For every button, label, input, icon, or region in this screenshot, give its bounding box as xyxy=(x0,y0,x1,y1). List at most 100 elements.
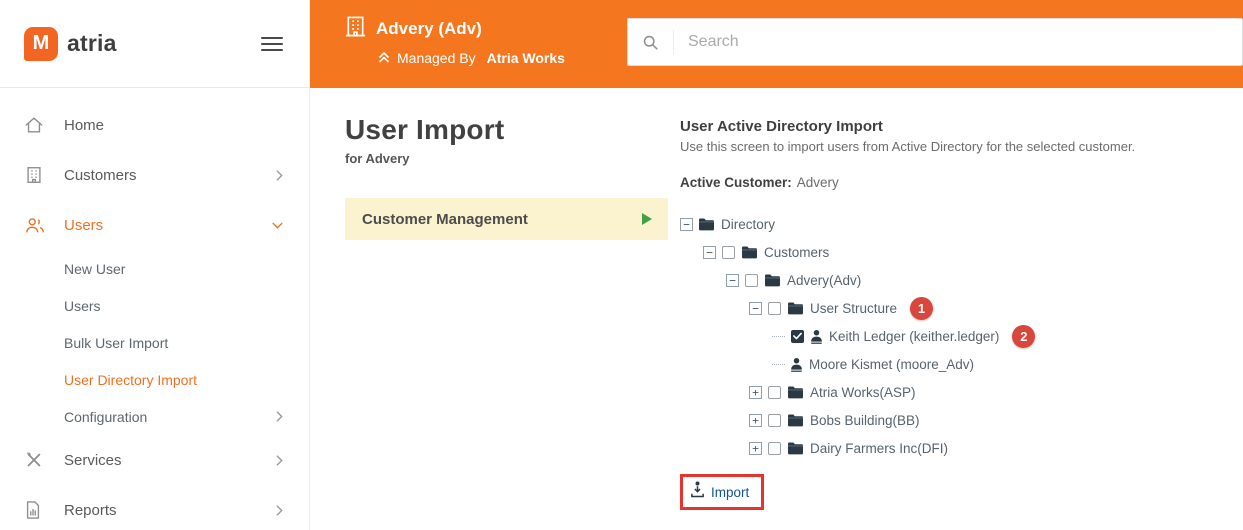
tree-item-label[interactable]: Directory xyxy=(721,217,775,232)
collapse-node-icon[interactable]: − xyxy=(726,273,739,287)
tree-checkbox[interactable] xyxy=(768,385,781,399)
tree-item: Moore Kismet (moore_Adv) xyxy=(680,350,1243,378)
sidebar-item-label: Customers xyxy=(64,166,137,184)
chevron-down-icon xyxy=(272,222,283,229)
tree-item: − Advery(Adv) xyxy=(680,266,1243,294)
folder-icon xyxy=(741,245,758,259)
chevron-right-icon xyxy=(276,504,283,516)
sidebar: M atria Home Customers Users New User Users B… xyxy=(0,0,310,530)
home-icon xyxy=(24,115,48,135)
chevron-right-icon xyxy=(276,454,283,466)
folder-icon xyxy=(787,413,804,427)
page-title: User Import xyxy=(345,114,505,145)
active-customer-line: Active Customer: Advery xyxy=(680,175,1243,190)
tree-item-label[interactable]: Customers xyxy=(764,245,829,260)
atria-logo-icon: M xyxy=(24,26,58,61)
sidebar-item-home[interactable]: Home xyxy=(0,100,309,150)
folder-icon xyxy=(787,441,804,455)
sidebar-header: M atria xyxy=(0,0,309,88)
sidebar-item-label: Configuration xyxy=(64,408,148,425)
search-input[interactable] xyxy=(674,33,1242,51)
sidebar-item-label: New User xyxy=(64,260,126,277)
managed-by-value: Atria Works xyxy=(486,50,565,66)
tree-item-label[interactable]: Atria Works(ASP) xyxy=(810,385,916,400)
top-header: Advery (Adv) Managed By Atria Works xyxy=(310,0,1243,88)
page-subtitle: for Advery xyxy=(345,151,410,166)
sidebar-item-label: Services xyxy=(64,451,122,469)
tree-item: Keith Ledger (keither.ledger) 2 xyxy=(680,322,1243,350)
tree-checkbox[interactable] xyxy=(768,441,781,455)
collapse-node-icon[interactable]: − xyxy=(703,245,716,259)
folder-icon xyxy=(764,273,781,287)
import-user-icon xyxy=(690,481,705,503)
menu-toggle-icon[interactable] xyxy=(261,36,283,52)
sidebar-item-users-list[interactable]: Users xyxy=(0,287,309,324)
tree-checkbox[interactable] xyxy=(791,329,804,343)
tree-item: + Atria Works(ASP) xyxy=(680,378,1243,406)
folder-icon xyxy=(787,385,804,399)
tree-connector xyxy=(772,363,785,365)
reports-icon xyxy=(24,500,48,520)
sidebar-item-label: Home xyxy=(64,116,105,134)
sidebar-item-users[interactable]: Users xyxy=(0,200,309,250)
customer-management-label: Customer Management xyxy=(362,210,528,228)
tree-item-label[interactable]: User Structure xyxy=(810,301,897,316)
collapse-node-icon[interactable]: − xyxy=(749,301,762,315)
tree-item-label[interactable]: Dairy Farmers Inc(DFI) xyxy=(810,441,948,456)
users-icon xyxy=(24,216,48,235)
search-icon xyxy=(628,29,674,55)
chevron-right-icon xyxy=(276,411,283,422)
import-annotation-box: Import xyxy=(680,474,765,510)
tree-checkbox[interactable] xyxy=(745,273,758,287)
content-area: User Import for Advery Customer Manageme… xyxy=(310,88,1243,530)
user-icon xyxy=(810,329,823,344)
sidebar-item-label: Users xyxy=(64,216,104,234)
sidebar-nav: Home Customers Users New User Users Bulk User… xyxy=(0,88,309,530)
sidebar-item-label: Users xyxy=(64,297,101,314)
tree-item-label[interactable]: Moore Kismet (moore_Adv) xyxy=(809,357,974,372)
brand-name: atria xyxy=(67,30,117,56)
expand-node-icon[interactable]: + xyxy=(749,441,762,455)
expand-node-icon[interactable]: + xyxy=(749,413,762,427)
panel-description: Use this screen to import users from Act… xyxy=(680,139,1136,154)
tree-checkbox[interactable] xyxy=(768,301,781,315)
sidebar-item-configuration[interactable]: Configuration xyxy=(0,398,309,435)
sidebar-item-services[interactable]: Services xyxy=(0,435,309,485)
active-customer-value: Advery xyxy=(796,175,839,190)
import-panel: User Active Directory Import Use this sc… xyxy=(668,114,1243,530)
annotation-badge-1: 1 xyxy=(910,296,934,320)
active-customer-label: Active Customer: xyxy=(680,175,792,190)
sidebar-item-user-directory-import[interactable]: User Directory Import xyxy=(0,361,309,398)
tree-item: − Customers xyxy=(680,238,1243,266)
sidebar-item-customers[interactable]: Customers xyxy=(0,150,309,200)
tree-item-label[interactable]: Bobs Building(BB) xyxy=(810,413,920,428)
sidebar-item-label: User Directory Import xyxy=(64,371,198,388)
chevron-right-icon xyxy=(276,169,283,181)
tree-checkbox[interactable] xyxy=(722,245,735,259)
tree-checkbox[interactable] xyxy=(768,413,781,427)
import-button[interactable]: Import xyxy=(711,485,749,500)
services-icon xyxy=(24,450,48,470)
sidebar-item-new-user[interactable]: New User xyxy=(0,250,309,287)
play-arrow-icon xyxy=(642,213,652,225)
tree-item-label[interactable]: Advery(Adv) xyxy=(787,273,861,288)
collapse-node-icon[interactable]: − xyxy=(680,217,693,231)
user-icon xyxy=(790,357,803,372)
folder-icon xyxy=(698,217,715,231)
folder-icon xyxy=(787,301,804,315)
tree-connector xyxy=(772,335,785,337)
customer-management-button[interactable]: Customer Management xyxy=(345,198,668,240)
tree-item: − Directory xyxy=(680,210,1243,238)
building-icon xyxy=(24,165,48,185)
annotation-badge-2: 2 xyxy=(1012,324,1036,348)
managed-by-label: Managed By xyxy=(397,50,476,66)
double-chevron-up-icon[interactable] xyxy=(378,50,390,66)
expand-node-icon[interactable]: + xyxy=(749,385,762,399)
sidebar-item-bulk-user-import[interactable]: Bulk User Import xyxy=(0,324,309,361)
panel-title: User Active Directory Import xyxy=(680,118,883,135)
tree-item-label[interactable]: Keith Ledger (keither.ledger) xyxy=(829,329,999,344)
tree-item: + Dairy Farmers Inc(DFI) xyxy=(680,434,1243,462)
app-window: M atria Home Customers Users New User Users B… xyxy=(0,0,1243,530)
sidebar-item-reports[interactable]: Reports xyxy=(0,485,309,530)
tree-item: − User Structure 1 xyxy=(680,294,1243,322)
